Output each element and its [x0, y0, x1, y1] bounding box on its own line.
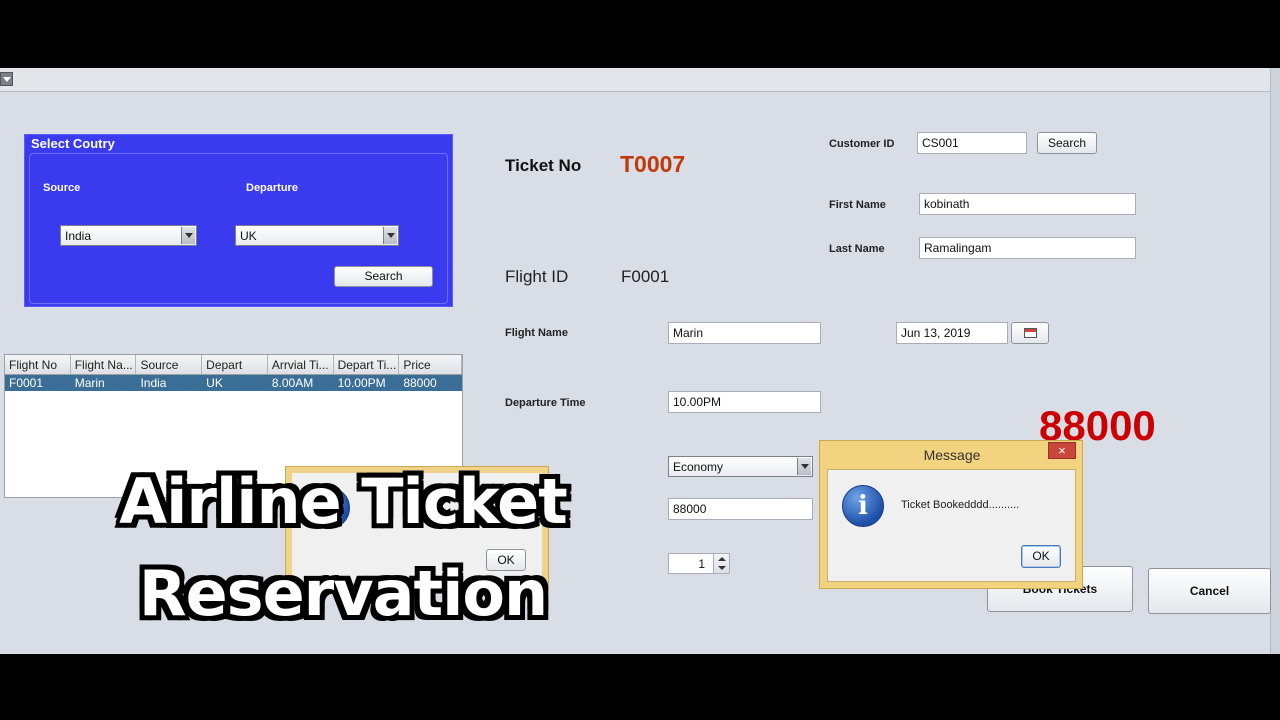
select-country-panel: Select Coutry Source Departure India UK …: [24, 134, 453, 307]
column-header[interactable]: Depart Ti...: [334, 355, 400, 374]
close-icon[interactable]: ×: [1048, 442, 1076, 459]
window-menu-dropdown-icon[interactable]: [0, 72, 13, 86]
column-header[interactable]: Depart: [202, 355, 268, 374]
table-cell: 88000: [403, 376, 437, 390]
country-search-button[interactable]: Search: [334, 266, 433, 287]
message-dialog: Message × i Ticket Bookedddd.......... O…: [819, 440, 1083, 589]
table-cell: UK: [206, 376, 223, 390]
column-header[interactable]: Price: [399, 355, 463, 374]
price-field[interactable]: 88000: [668, 498, 813, 520]
message-text: Ticket Bookedddd..........: [901, 499, 1020, 511]
overlay-title-line: System in Java: [48, 640, 638, 654]
chevron-down-icon[interactable]: [181, 227, 195, 244]
last-name-label: Last Name: [829, 243, 885, 255]
date-field[interactable]: Jun 13, 2019: [896, 322, 1008, 344]
customer-id-field[interactable]: CS001: [917, 132, 1027, 154]
ticket-no-label: Ticket No: [505, 156, 582, 175]
customer-search-button[interactable]: Search: [1037, 132, 1097, 154]
table-cell: F0001: [9, 376, 44, 390]
cancel-button[interactable]: Cancel: [1148, 568, 1271, 614]
overlay-title-line: Airline Ticket: [119, 465, 568, 538]
column-header[interactable]: Source: [136, 355, 203, 374]
first-name-field[interactable]: kobinath: [919, 193, 1136, 215]
departure-select[interactable]: UK: [235, 225, 399, 246]
flight-id-label: Flight ID: [505, 267, 569, 286]
last-name-field[interactable]: Ramalingam: [919, 237, 1136, 259]
column-header[interactable]: Flight Na...: [71, 355, 137, 374]
table-header: Flight No Flight Na... Source Depart Arr…: [5, 355, 463, 375]
message-ok-button[interactable]: OK: [1021, 545, 1061, 568]
table-cell: 10.00PM: [337, 376, 386, 390]
table-cell: India: [140, 376, 167, 390]
table-row[interactable]: F0001 Marin India UK 8.00AM 10.00PM 8800…: [5, 375, 462, 391]
seats-value: 1: [698, 557, 705, 571]
overlay-title: Airline Ticket Reservation System in Jav…: [48, 456, 638, 654]
window-top-strip: [0, 68, 1280, 92]
class-select-value: Economy: [673, 460, 724, 474]
seats-spinner[interactable]: 1: [668, 553, 730, 574]
flight-id-value: F0001: [621, 267, 670, 286]
select-country-title: Select Coutry: [31, 136, 115, 151]
column-header[interactable]: Arrvial Ti...: [268, 355, 334, 374]
customer-id-label: Customer ID: [829, 138, 895, 150]
ticket-no-value: T0007: [620, 151, 686, 177]
application-window: Select Coutry Source Departure India UK …: [0, 68, 1280, 654]
date-picker-button[interactable]: [1011, 322, 1049, 344]
first-name-label: First Name: [829, 199, 886, 211]
departure-label: Departure: [246, 182, 298, 194]
chevron-down-icon[interactable]: [797, 458, 811, 475]
window-right-edge: [1270, 68, 1280, 654]
column-header[interactable]: Flight No: [5, 355, 71, 374]
source-label: Source: [43, 182, 81, 194]
source-select-value: India: [65, 229, 92, 243]
source-select[interactable]: India: [60, 225, 197, 246]
departure-time-field[interactable]: 10.00PM: [668, 391, 821, 413]
overlay-title-line: Reservation: [138, 557, 548, 630]
chevron-down-icon[interactable]: [383, 227, 397, 244]
departure-select-value: UK: [240, 229, 257, 243]
message-dialog-body: i Ticket Bookedddd.......... OK: [827, 469, 1076, 582]
flight-name-field[interactable]: Marin: [668, 322, 821, 344]
spinner-arrows-icon[interactable]: [713, 554, 729, 573]
info-icon: i: [842, 485, 884, 527]
departure-time-label: Departure Time: [505, 397, 586, 409]
table-cell: Marin: [74, 376, 105, 390]
table-cell: 8.00AM: [271, 376, 314, 390]
class-select[interactable]: Economy: [668, 456, 813, 477]
flight-name-label: Flight Name: [505, 327, 568, 339]
message-dialog-title: Message: [923, 447, 981, 463]
calendar-icon: [1024, 328, 1037, 338]
